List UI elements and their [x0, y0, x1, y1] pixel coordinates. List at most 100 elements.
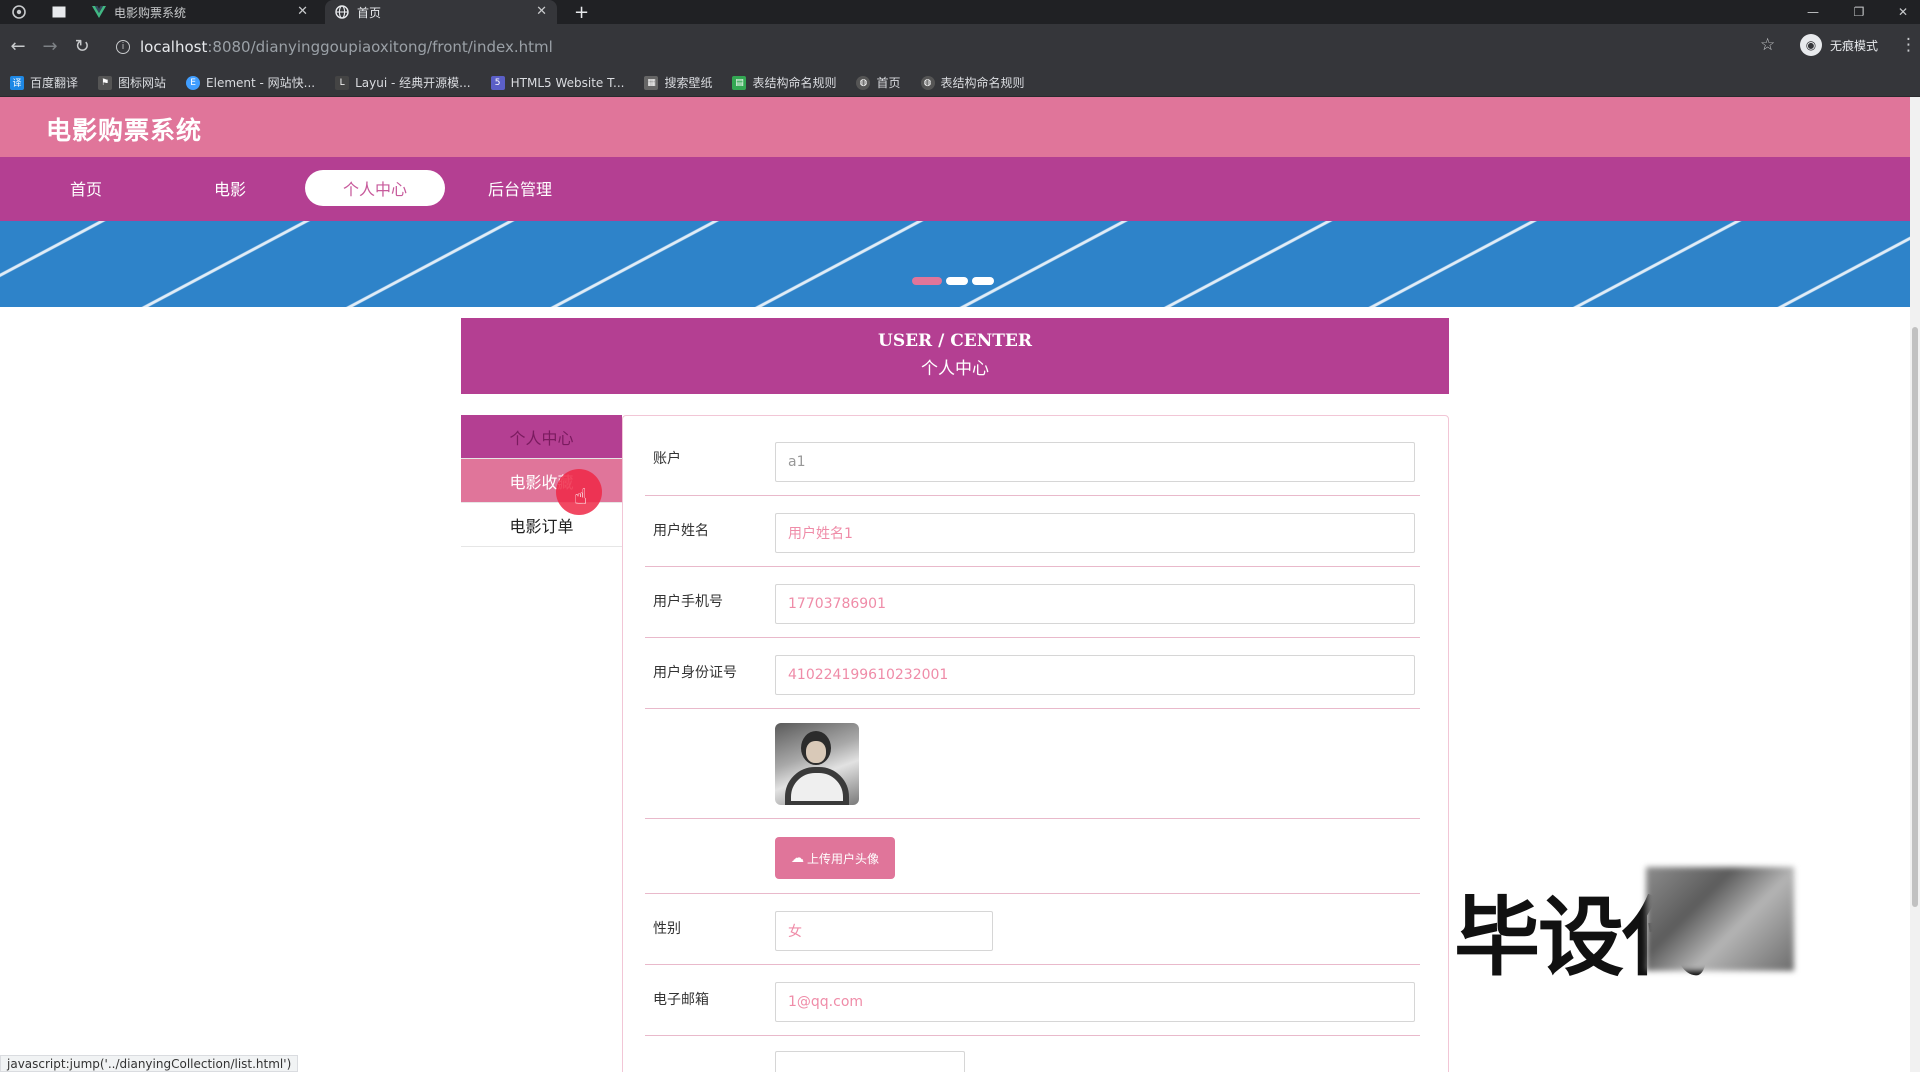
page-viewport: 电影购票系统 首页 电影 个人中心 后台管理 USER / CENTER 个人中…	[0, 97, 1920, 1072]
status-bar-link: javascript:jump('../dianyingCollection/l…	[0, 1055, 299, 1072]
form-row-avatar	[645, 709, 1420, 819]
heading-chinese: 个人中心	[921, 359, 989, 379]
new-tab-button[interactable]: +	[574, 0, 598, 24]
form-row-name: 用户姓名 用户姓名1	[645, 496, 1420, 567]
side-item-user-center[interactable]: 个人中心	[461, 415, 622, 459]
side-item-movie-orders[interactable]: 电影订单	[461, 503, 622, 547]
next-field-partial[interactable]	[775, 1051, 965, 1072]
phone-label: 用户手机号	[653, 594, 723, 610]
nav-admin[interactable]: 后台管理	[450, 170, 590, 206]
bookmark-label: 搜索壁纸	[664, 76, 713, 90]
carousel-dot[interactable]	[972, 277, 994, 285]
hand-cursor-icon: ☝	[574, 485, 588, 510]
bookmark-item[interactable]: 译百度翻译	[10, 74, 78, 91]
user-center-heading: USER / CENTER 个人中心	[461, 318, 1449, 394]
bookmark-label: Element - 网站快...	[206, 76, 316, 90]
account-field[interactable]: a1	[775, 442, 1415, 482]
address-bar[interactable]: i localhost:8080/dianyinggoupiaoxitong/f…	[108, 32, 1768, 61]
flag-icon: ⚑	[98, 75, 113, 90]
close-window-icon[interactable]: ✕	[1884, 0, 1920, 24]
browser-tab-strip: 电影购票系统 ✕ 首页 ✕ + — ❐ ✕	[0, 0, 1920, 24]
form-row-email: 电子邮箱 1@qq.com	[645, 965, 1420, 1036]
gender-label: 性别	[653, 921, 681, 937]
incognito-icon: ◉	[1800, 34, 1822, 56]
form-row-idcard: 用户身份证号 410224199610232001	[645, 638, 1420, 709]
back-icon[interactable]: ←	[6, 34, 30, 58]
globe-icon: ◍	[920, 75, 935, 90]
translate-icon: 译	[10, 75, 24, 90]
form-row-account: 账户 a1	[645, 416, 1420, 496]
bookmark-item[interactable]: ⚑ 图标网站	[98, 74, 166, 91]
bookmark-label: 图标网站	[118, 76, 167, 90]
bookmark-label: HTML5 Website T...	[510, 75, 625, 90]
url-host: localhost	[140, 37, 208, 56]
upload-label: 上传用户头像	[806, 851, 879, 866]
restore-icon[interactable]: ❐	[1840, 0, 1878, 24]
gender-select[interactable]: 女	[775, 911, 993, 951]
bookmark-star-icon[interactable]: ☆	[1760, 35, 1775, 55]
bookmark-item[interactable]: ▤ 表结构命名规则	[732, 74, 836, 91]
idcard-field[interactable]: 410224199610232001	[775, 655, 1415, 695]
watermark-blur	[1646, 867, 1794, 971]
browser-menu-icon[interactable]: ⋮	[1900, 35, 1917, 55]
idcard-label: 用户身份证号	[653, 665, 737, 681]
globe-icon: ◍	[856, 75, 871, 90]
browser-toolbar: ← → ↻ i localhost:8080/dianyinggoupiaoxi…	[0, 24, 1920, 69]
heading-english: USER / CENTER	[878, 331, 1032, 351]
bookmark-label: 首页	[876, 76, 901, 90]
upload-avatar-button[interactable]: ☁ 上传用户头像	[775, 837, 895, 879]
chrome-menu-icon[interactable]	[12, 0, 42, 24]
vue-icon	[92, 5, 106, 19]
element-icon: E	[186, 75, 201, 90]
html5-icon: 5	[490, 75, 505, 90]
bookmark-item[interactable]: ◍ 表结构命名规则	[920, 74, 1025, 91]
tab-title: 首页	[357, 5, 382, 20]
globe-icon	[335, 5, 349, 19]
tab-movie-system[interactable]: 电影购票系统 ✕	[86, 0, 318, 24]
site-title: 电影购票系统	[46, 116, 203, 145]
bookmark-item[interactable]: ▦ 搜索壁纸	[644, 74, 712, 91]
table-icon: ▤	[732, 75, 747, 90]
nav-home[interactable]: 首页	[16, 170, 156, 206]
phone-field[interactable]: 17703786901	[775, 584, 1415, 624]
wallpaper-icon: ▦	[644, 75, 659, 90]
cloud-upload-icon: ☁	[790, 850, 804, 866]
nav-movies[interactable]: 电影	[160, 170, 300, 206]
scrollbar-thumb[interactable]	[1912, 327, 1918, 907]
bookmark-label: 表结构命名规则	[940, 76, 1025, 90]
tab-search-icon[interactable]	[52, 0, 82, 24]
profile-label: 无痕模式	[1830, 38, 1879, 53]
form-row-phone: 用户手机号 17703786901	[645, 567, 1420, 638]
forward-icon[interactable]: →	[38, 34, 62, 58]
bookmark-item[interactable]: ◍ 首页	[856, 74, 901, 91]
email-field[interactable]: 1@qq.com	[775, 982, 1415, 1022]
bookmark-item[interactable]: E Element - 网站快...	[186, 74, 315, 91]
bookmark-label: 百度翻译	[30, 76, 79, 90]
tab-close-icon[interactable]: ✕	[536, 4, 547, 19]
minimize-icon[interactable]: —	[1794, 0, 1832, 24]
main-nav: 首页 电影 个人中心 后台管理	[0, 157, 1910, 221]
carousel-dot[interactable]	[946, 277, 968, 285]
nav-user-center[interactable]: 个人中心	[305, 170, 445, 206]
name-field[interactable]: 用户姓名1	[775, 513, 1415, 553]
email-label: 电子邮箱	[653, 992, 709, 1008]
banner-carousel[interactable]	[0, 221, 1910, 307]
form-row-gender: 性别 女	[645, 894, 1420, 965]
bookmark-label: Layui - 经典开源模...	[355, 76, 471, 90]
form-row-upload: ☁ 上传用户头像	[645, 819, 1420, 894]
bookmark-item[interactable]: L Layui - 经典开源模...	[335, 74, 471, 91]
page-scrollbar[interactable]	[1910, 97, 1920, 1072]
tab-close-icon[interactable]: ✕	[297, 4, 308, 19]
name-label: 用户姓名	[653, 523, 709, 539]
carousel-dot[interactable]	[912, 277, 942, 285]
site-info-icon[interactable]: i	[116, 39, 130, 54]
site-header: 电影购票系统	[0, 97, 1910, 157]
tab-home[interactable]: 首页 ✕	[325, 0, 557, 24]
reload-icon[interactable]: ↻	[70, 34, 94, 58]
carousel-indicators	[912, 277, 998, 285]
profile-form: 账户 a1 用户姓名 用户姓名1 用户手机号 17703786901 用户身份证…	[622, 415, 1449, 1072]
user-avatar	[775, 723, 859, 805]
bookmark-item[interactable]: 5 HTML5 Website T...	[490, 75, 625, 90]
url-path: :8080/dianyinggoupiaoxitong/front/index.…	[207, 37, 553, 56]
incognito-profile[interactable]: ◉ 无痕模式	[1800, 34, 1878, 56]
